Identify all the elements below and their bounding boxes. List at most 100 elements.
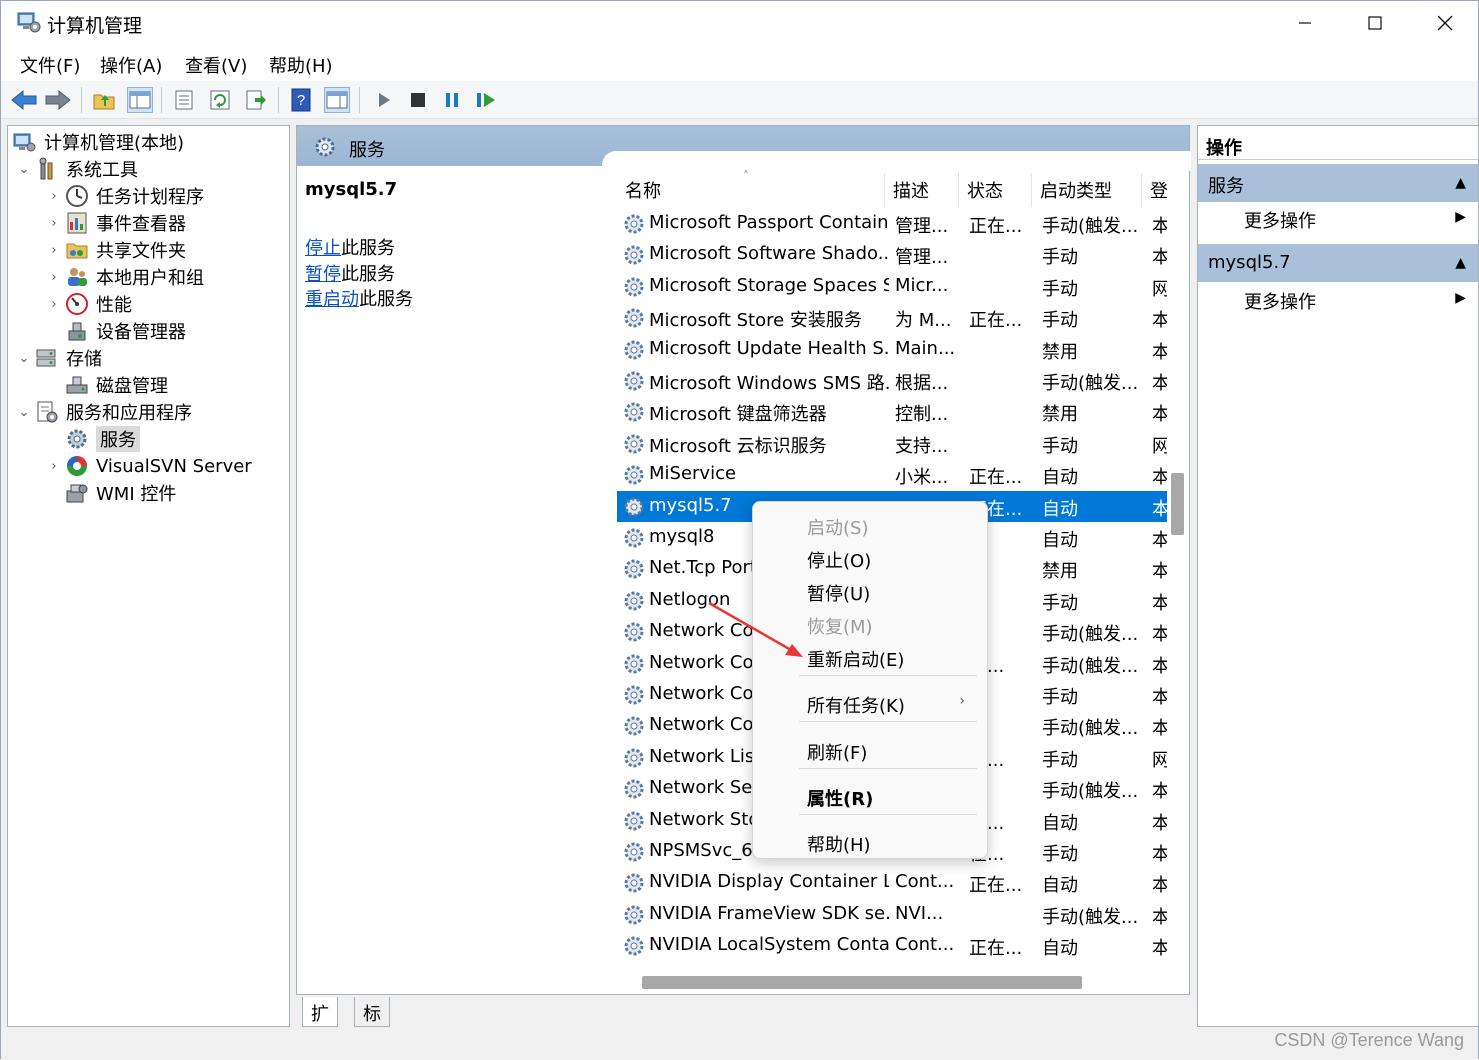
tab-extended[interactable]: 扩展 (302, 997, 338, 1051)
help-button[interactable]: ? (288, 87, 314, 113)
service-logon-cell: 本 (1152, 467, 1167, 489)
service-startup-cell: 自动 (1042, 498, 1078, 520)
service-row[interactable]: NVIDIA LocalSystem Conta... Cont... 正在... 自… (617, 930, 1167, 961)
link-suffix: 此服务 (341, 264, 395, 285)
service-row[interactable]: Microsoft Passport Container 管理... 正在... 手动… (617, 208, 1167, 239)
menu-file[interactable]: 文件(F) (20, 52, 80, 78)
minimize-icon (1299, 22, 1311, 24)
tree-item-services[interactable]: 服务 (44, 426, 140, 452)
tree-item-event-viewer[interactable]: › 事件查看器 (44, 210, 186, 236)
toolbar-separator (278, 87, 279, 113)
collapse-chevron-icon[interactable]: ⌄ (14, 351, 34, 366)
column-header-logon[interactable]: 登 (1142, 173, 1167, 207)
menu-item-help[interactable]: 帮助(H) (753, 825, 987, 857)
close-button[interactable] (1410, 1, 1479, 45)
tab-standard[interactable]: 标准 (354, 997, 390, 1051)
more-actions-mysql[interactable]: 更多操作 ▶ (1198, 281, 1478, 317)
vertical-scrollbar[interactable] (1167, 168, 1189, 968)
start-service-button[interactable] (371, 87, 397, 113)
restart-service-link[interactable]: 重启动 (305, 289, 359, 310)
service-row[interactable]: Microsoft Software Shado... 管理... 手动 本 (617, 239, 1167, 270)
show-action-pane-button[interactable] (324, 87, 350, 113)
vertical-scroll-thumb[interactable] (1171, 473, 1184, 535)
menu-item-refresh[interactable]: 刷新(F) (753, 733, 987, 765)
tree-item-wmi-control[interactable]: WMI 控件 (44, 480, 176, 506)
service-row[interactable]: Microsoft Windows SMS 路... 根据... 手动(触发... 本 (617, 365, 1167, 396)
tree-item-computer-management[interactable]: 计算机管理(本地) (12, 129, 184, 155)
horizontal-scrollbar[interactable] (617, 968, 1167, 994)
expand-chevron-icon[interactable]: › (44, 189, 64, 204)
service-row[interactable]: MiService 小米... 正在... 自动 本 (617, 459, 1167, 490)
expand-chevron-icon[interactable]: › (44, 216, 64, 231)
tree-item-local-users[interactable]: › 本地用户和组 (44, 264, 204, 290)
service-gear-icon (622, 746, 646, 770)
tree-item-shared-folders[interactable]: › 共享文件夹 (44, 237, 186, 263)
play-icon (379, 93, 390, 107)
service-row[interactable]: Microsoft Update Health S... Main... 禁用 本 (617, 334, 1167, 365)
maximize-button[interactable] (1340, 1, 1410, 45)
service-row[interactable]: NVIDIA Display Container LS Cont... 正在... 自… (617, 867, 1167, 898)
export-list-button[interactable] (243, 87, 269, 113)
tree-item-storage[interactable]: ⌄ 存储 (14, 345, 102, 371)
menu-item-resume[interactable]: 恢复(M) (753, 607, 987, 639)
up-folder-button[interactable] (91, 87, 117, 113)
expand-chevron-icon[interactable]: › (44, 243, 64, 258)
tree-item-services-and-apps[interactable]: ⌄ 服务和应用程序 (14, 399, 192, 425)
tree-item-visualsvn[interactable]: › VisualSVN Server (44, 453, 251, 479)
menu-item-start[interactable]: 启动(S) (753, 508, 987, 540)
collapse-chevron-icon[interactable]: ⌄ (14, 162, 34, 177)
menu-item-restart[interactable]: 重新启动(E) (753, 640, 987, 672)
menu-item-stop[interactable]: 停止(O) (753, 541, 987, 573)
menu-action[interactable]: 操作(A) (100, 52, 162, 78)
column-header-description[interactable]: 描述 (885, 173, 959, 207)
expand-chevron-icon[interactable]: › (44, 459, 64, 474)
stop-service-button[interactable] (405, 87, 431, 113)
service-row[interactable]: Microsoft 键盘筛选器 控制... 禁用 本 (617, 396, 1167, 427)
properties-button[interactable] (171, 87, 197, 113)
column-header-startup-type[interactable]: 启动类型 (1032, 173, 1142, 207)
service-startup-cell: 自动 (1042, 812, 1078, 834)
wmi-icon (64, 481, 90, 505)
menu-separator (799, 768, 977, 769)
tree-label: 事件查看器 (96, 214, 186, 235)
actions-section-mysql[interactable]: mysql5.7 ▲ (1198, 244, 1478, 282)
pause-service-button[interactable] (439, 87, 465, 113)
menu-item-pause[interactable]: 暂停(U) (753, 574, 987, 606)
back-button[interactable] (11, 87, 37, 113)
service-row[interactable]: Microsoft Storage Spaces S... Micr... 手动 网 (617, 271, 1167, 302)
tree-item-performance[interactable]: › 性能 (44, 291, 132, 317)
service-row[interactable]: NVIDIA FrameView SDK se... NVI... 手动(触发...… (617, 899, 1167, 930)
service-description-cell: Cont... (895, 934, 955, 956)
horizontal-scroll-thumb[interactable] (642, 976, 1082, 989)
stop-service-link[interactable]: 停止 (305, 238, 341, 259)
tree-item-device-manager[interactable]: 设备管理器 (44, 318, 186, 344)
menu-view[interactable]: 查看(V) (185, 52, 247, 78)
service-gear-icon (622, 432, 646, 456)
menu-help[interactable]: 帮助(H) (269, 52, 333, 78)
more-actions-services[interactable]: 更多操作 ▶ (1198, 200, 1478, 236)
collapse-chevron-icon[interactable]: ⌄ (14, 405, 34, 420)
column-header-name[interactable]: 名称 ˄ (617, 169, 885, 207)
pause-service-link[interactable]: 暂停 (305, 264, 341, 285)
refresh-button[interactable] (207, 87, 233, 113)
minimize-button[interactable] (1270, 1, 1340, 45)
menu-item-properties[interactable]: 属性(R) (753, 779, 987, 811)
tree-item-disk-management[interactable]: 磁盘管理 (44, 372, 168, 398)
service-startup-cell: 自动 (1042, 467, 1078, 489)
actions-section-services[interactable]: 服务 ▲ (1198, 164, 1478, 202)
forward-button[interactable] (45, 87, 71, 113)
service-row[interactable]: Microsoft Store 安装服务 为 M... 正在... 手动 本 (617, 302, 1167, 333)
tree-item-task-scheduler[interactable]: › 任务计划程序 (44, 183, 204, 209)
collapse-triangle-icon[interactable]: ▲ (1455, 255, 1466, 271)
menu-item-all-tasks[interactable]: 所有任务(K) › (753, 686, 987, 718)
expand-chevron-icon[interactable]: › (44, 270, 64, 285)
tree-item-system-tools[interactable]: ⌄ 系统工具 (14, 156, 138, 182)
expand-chevron-icon[interactable]: › (44, 297, 64, 312)
collapse-triangle-icon[interactable]: ▲ (1455, 175, 1466, 191)
service-logon-cell: 本 (1152, 655, 1167, 677)
show-console-tree-button[interactable] (127, 87, 153, 113)
action-pane-icon (326, 91, 348, 109)
restart-service-button[interactable] (473, 87, 499, 113)
column-header-status[interactable]: 状态 (959, 173, 1032, 207)
service-row[interactable]: Microsoft 云标识服务 支持... 手动 网 (617, 428, 1167, 459)
